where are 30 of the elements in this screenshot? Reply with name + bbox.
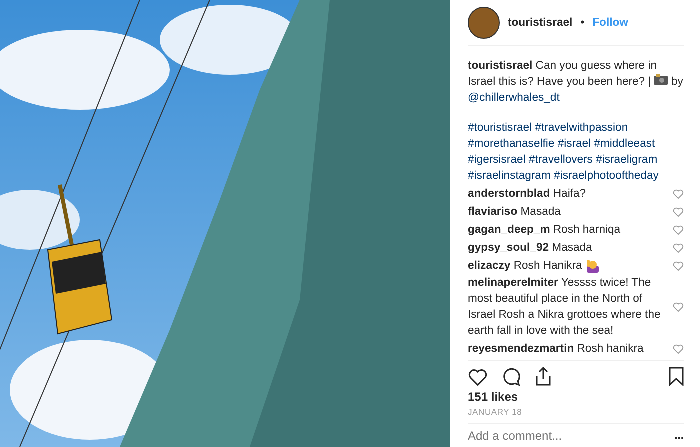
username[interactable]: touristisrael — [508, 16, 573, 29]
avatar[interactable] — [468, 6, 500, 39]
hashtag-link[interactable]: #travelwithpassion — [535, 122, 628, 134]
hashtag-link[interactable]: #travellovers — [528, 154, 593, 166]
comment: anderstornblad Haifa? — [468, 186, 588, 202]
comment: melinaperelmiter Yessss twice! The most beautiful place in the North of Israel Rosh a Nikra grottoes where the earth fall in love with the sea! — [468, 276, 662, 340]
bookmark-icon[interactable] — [669, 367, 684, 386]
hashtag-link[interactable]: #touristisrael — [468, 122, 532, 134]
more-options[interactable]: ... — [674, 430, 684, 442]
hashtag-link[interactable]: #israeligram — [596, 154, 658, 166]
heart-icon[interactable] — [468, 368, 488, 386]
share-icon[interactable] — [535, 367, 552, 386]
hashtag-link[interactable]: #igersisrael — [468, 154, 526, 166]
hashtag-link[interactable]: #israelinstagram — [468, 170, 551, 182]
hashtag-link[interactable]: #israel — [558, 138, 592, 150]
likes-count[interactable]: 151 likes — [468, 390, 684, 404]
comment: gagan_deep_m Rosh harniqa — [468, 222, 622, 238]
camera-icon — [654, 74, 668, 86]
comment: reyesmendezmartin Rosh hanikra — [468, 342, 645, 357]
hashtag-link[interactable]: #middleeast — [594, 138, 656, 150]
separator-dot: • — [580, 16, 585, 29]
hashtag-link[interactable]: #morethanaselfie — [468, 138, 555, 150]
mention-link[interactable]: @chillerwhales_dt — [468, 92, 560, 104]
post-date: JANUARY 18 — [468, 407, 684, 424]
comment-icon[interactable] — [502, 367, 521, 386]
hashtag-link[interactable]: #israelphotooftheday — [554, 170, 659, 182]
comment: elizaczy Rosh Hanikra — [468, 258, 582, 274]
caption: touristisrael Can you guess where in Israel this is? Have you been here? | by @chillerwhales_dt — [468, 59, 684, 106]
comment: gypsy_soul_92 Masada — [468, 240, 594, 256]
comment: flaviariso Masada — [468, 204, 562, 220]
